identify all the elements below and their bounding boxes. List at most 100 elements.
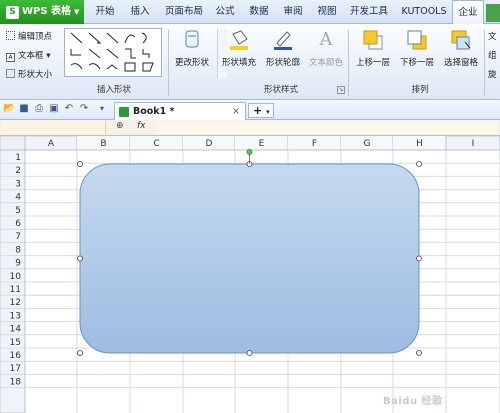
column-header-b[interactable]: B bbox=[100, 139, 106, 149]
resize-handle[interactable] bbox=[77, 161, 83, 167]
resize-handle[interactable] bbox=[77, 350, 83, 356]
rotate-button[interactable]: 旋 bbox=[488, 68, 497, 82]
curved-arrow-shape-icon bbox=[141, 32, 147, 44]
shape-outline-label: 形状轮廓 bbox=[265, 58, 300, 68]
plus-icon: + bbox=[253, 104, 263, 117]
save-icon[interactable]: ■ bbox=[18, 103, 30, 115]
shape-size-button[interactable]: 形状大小 bbox=[6, 68, 52, 82]
print-preview-icon[interactable]: ▣ bbox=[48, 103, 60, 115]
row-header-15[interactable]: 15 bbox=[10, 338, 21, 348]
fx-button[interactable]: fx bbox=[137, 121, 146, 131]
row-header-1[interactable]: 1 bbox=[15, 153, 21, 163]
rounded-rectangle-shape[interactable] bbox=[79, 163, 420, 354]
elbow-double-arrow-icon bbox=[142, 49, 150, 58]
menu-tab-data[interactable]: 数据 bbox=[244, 0, 274, 24]
group-button[interactable]: 组 bbox=[488, 49, 497, 63]
shape-style-dialog-launcher-icon[interactable]: ↘ bbox=[337, 86, 345, 94]
column-header-e[interactable]: E bbox=[259, 139, 265, 149]
resize-handle[interactable] bbox=[416, 255, 422, 262]
menu-overflow-button[interactable] bbox=[486, 4, 500, 22]
column-header-c[interactable]: C bbox=[153, 139, 159, 149]
row-header-2[interactable]: 2 bbox=[15, 166, 21, 176]
row-header-8[interactable]: 8 bbox=[15, 245, 21, 255]
edit-points-button[interactable]: 编辑顶点 bbox=[6, 30, 52, 44]
tab-title: Book1 * bbox=[133, 106, 175, 117]
paint-bucket-icon bbox=[227, 28, 251, 52]
row-header-13[interactable]: 13 bbox=[10, 311, 21, 321]
formula-bar: ⊕ fx bbox=[0, 120, 500, 136]
open-folder-icon[interactable]: 📂 bbox=[3, 103, 15, 115]
menu-tab-insert[interactable]: 插入 bbox=[125, 0, 155, 24]
text-box-button[interactable]: A 文本框 ▾ bbox=[6, 49, 50, 63]
row-header-16[interactable]: 16 bbox=[10, 351, 22, 361]
quick-access-dropdown-icon[interactable]: ▾ bbox=[96, 103, 108, 115]
resize-handle[interactable] bbox=[246, 350, 253, 356]
row-header-9[interactable]: 9 bbox=[15, 259, 21, 269]
shape-fill-label: 形状填充 bbox=[221, 58, 256, 68]
shape-fill-button[interactable]: 形状填充 bbox=[218, 28, 260, 68]
column-header-a[interactable]: A bbox=[48, 139, 55, 149]
row-header-17[interactable]: 17 bbox=[10, 364, 21, 374]
column-header-i[interactable]: I bbox=[472, 139, 475, 149]
menu-tab-view[interactable]: 视图 bbox=[312, 0, 342, 24]
row-header-12[interactable]: 12 bbox=[10, 298, 21, 308]
print-icon[interactable]: ⎙ bbox=[33, 103, 45, 115]
ribbon: 编辑顶点 A 文本框 ▾ 形状大小 插入形状 更改形状 形状填充 形状轮廓 A … bbox=[0, 24, 500, 100]
menu-tab-enterprise[interactable]: 企业 bbox=[452, 0, 484, 25]
menu-tab-developer[interactable]: 开发工具 bbox=[346, 0, 392, 24]
change-shape-button[interactable]: 更改形状 bbox=[172, 28, 212, 68]
redo-icon[interactable]: ↷ bbox=[78, 103, 90, 115]
new-tab-button[interactable]: + ▾ bbox=[248, 103, 274, 118]
text-color-button[interactable]: A 文本颜色 bbox=[306, 28, 346, 68]
elbow-arrow-icon bbox=[125, 48, 136, 59]
column-header-g[interactable]: G bbox=[364, 139, 371, 149]
menu-tab-formula[interactable]: 公式 bbox=[210, 0, 240, 24]
row-header-18[interactable]: 18 bbox=[10, 377, 22, 387]
selection-pane-button[interactable]: 选择窗格 bbox=[440, 28, 482, 68]
undo-icon[interactable]: ↶ bbox=[63, 103, 75, 115]
app-menu-button[interactable]: S WPS 表格 ▼ bbox=[0, 0, 84, 24]
tab-book1[interactable]: Book1 * × bbox=[114, 102, 246, 120]
wps-logo-icon: S bbox=[6, 6, 19, 19]
menu-tab-home[interactable]: 开始 bbox=[88, 0, 122, 24]
line-shape-icon bbox=[70, 32, 83, 44]
group-divider bbox=[168, 30, 169, 96]
rotation-handle[interactable] bbox=[246, 149, 253, 155]
connector-arrow-icon bbox=[88, 48, 101, 59]
menu-bar: S WPS 表格 ▼ 开始 插入 页面布局 公式 数据 审阅 视图 开发工具 KUT… bbox=[0, 0, 500, 25]
shape-gallery[interactable] bbox=[64, 28, 227, 78]
resize-handle[interactable] bbox=[416, 161, 422, 167]
column-header-d[interactable]: D bbox=[206, 139, 213, 149]
row-header-5[interactable]: 5 bbox=[15, 206, 21, 216]
curved-connector-arrow-icon bbox=[88, 63, 101, 70]
menu-tab-review[interactable]: 审阅 bbox=[278, 0, 308, 24]
select-all-corner[interactable] bbox=[0, 136, 26, 151]
row-header-11[interactable]: 11 bbox=[10, 285, 21, 295]
connector-double-arrow-icon bbox=[106, 48, 119, 59]
menu-tab-page-layout[interactable]: 页面布局 bbox=[160, 0, 208, 24]
column-header-f[interactable]: F bbox=[312, 139, 317, 149]
row-header-10[interactable]: 10 bbox=[10, 272, 22, 282]
worksheet-grid[interactable]: A B C D E F G H I 1 2 3 4 5 6 7 8 9 10 11 12 13 14 15 16 17 18 bbox=[0, 136, 500, 413]
row-header-4[interactable]: 4 bbox=[15, 193, 21, 203]
bring-forward-button[interactable]: 上移一层 bbox=[352, 28, 394, 68]
row-header-7[interactable]: 7 bbox=[15, 232, 21, 242]
shape-outline-button[interactable]: 形状轮廓 bbox=[262, 28, 304, 68]
formula-input[interactable] bbox=[155, 121, 498, 134]
close-icon[interactable]: × bbox=[232, 103, 240, 120]
app-name: WPS 表格 bbox=[22, 6, 72, 17]
row-header-14[interactable]: 14 bbox=[10, 325, 22, 335]
elbow-connector-icon bbox=[70, 49, 81, 56]
resize-handle[interactable] bbox=[416, 350, 422, 356]
row-header-6[interactable]: 6 bbox=[15, 219, 21, 229]
zoom-icon[interactable]: ⊕ bbox=[116, 121, 124, 131]
column-header-h[interactable]: H bbox=[416, 139, 423, 149]
resize-handle[interactable] bbox=[77, 255, 83, 262]
text-color-label: 文本颜色 bbox=[308, 58, 343, 68]
name-box[interactable] bbox=[2, 121, 106, 134]
send-backward-button[interactable]: 下移一层 bbox=[396, 28, 438, 68]
text-more-button[interactable]: 文 bbox=[488, 30, 497, 44]
menu-tab-kutools[interactable]: KUTOOLS bbox=[398, 0, 450, 24]
grid-canvas: A B C D E F G H I123456789101112131415161718 bbox=[0, 136, 500, 413]
row-header-3[interactable]: 3 bbox=[15, 179, 21, 189]
